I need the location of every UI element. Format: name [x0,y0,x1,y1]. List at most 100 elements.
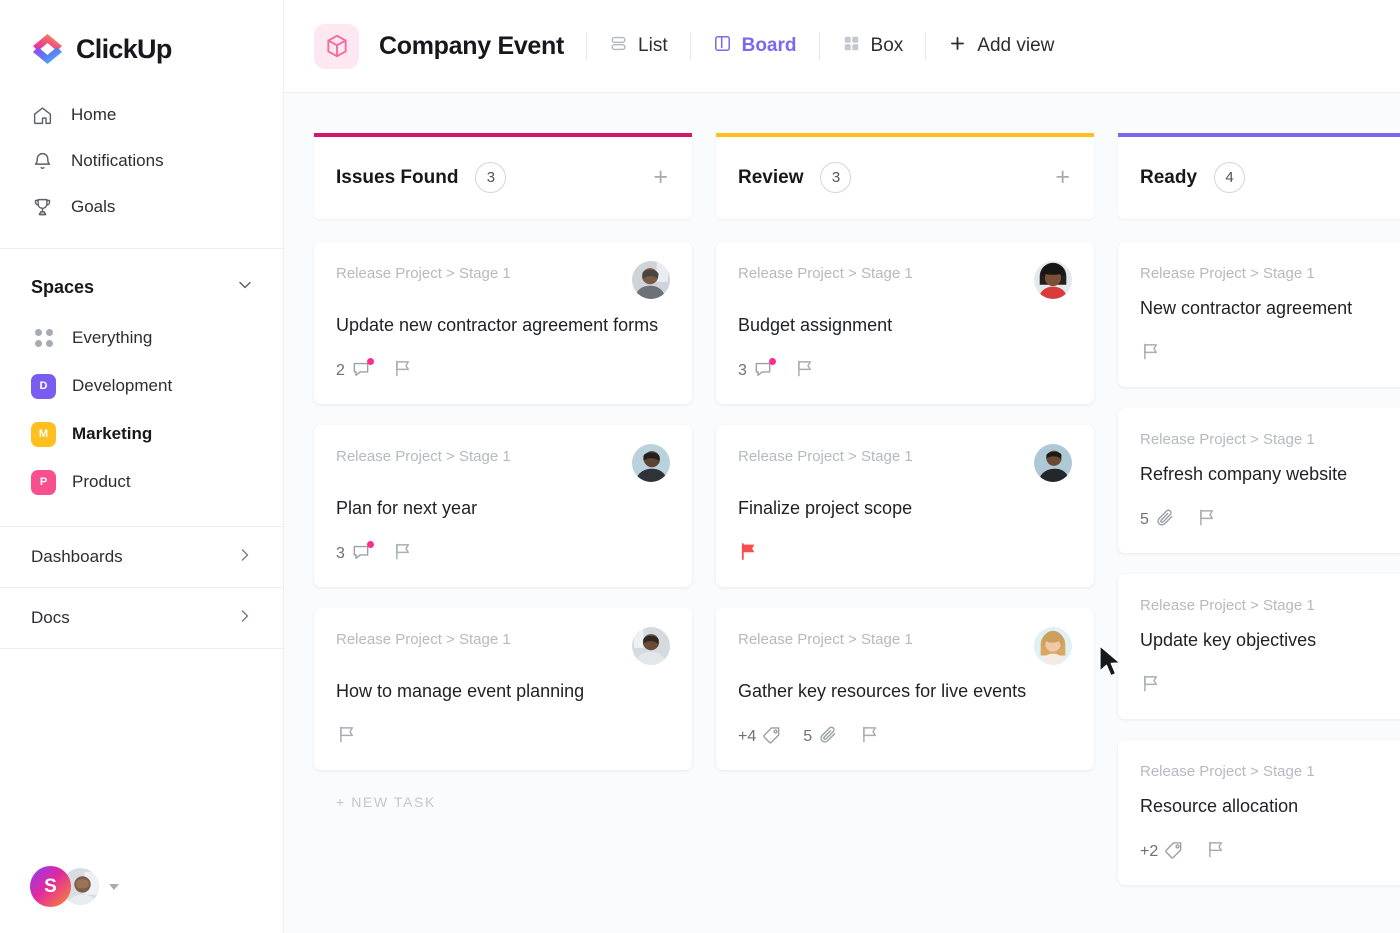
task-card[interactable]: Release Project > Stage 1 How to manage e… [314,608,692,771]
chevron-down-icon[interactable] [235,275,255,300]
space-label: Product [72,472,131,491]
sidebar-item-product[interactable]: P Product [0,458,283,506]
task-flag[interactable] [392,541,413,567]
task-title: Refresh company website [1140,464,1348,485]
sidebar-item-marketing[interactable]: M Marketing [0,410,283,458]
task-title: Resource allocation [1140,796,1299,817]
task-meta-paperclip[interactable]: 5 [1140,508,1175,533]
task-title: Budget assignment [738,315,893,335]
brand-name: ClickUp [76,33,172,64]
add-view-button[interactable]: Add view [948,34,1054,59]
task-title: How to manage event planning [336,681,585,702]
task-flag[interactable] [1196,507,1217,533]
task-card[interactable]: Release Project > Stage 1 Resource alloca… [1118,740,1400,886]
task-card[interactable]: Release Project > Stage 1 Refresh company… [1118,408,1400,554]
board-column: Issues Found 3 + Release Project > Stage 1 U… [314,133,692,810]
column-title: Ready [1140,166,1198,188]
task-card[interactable]: Release Project > Stage 1 New contractor … [1118,242,1400,388]
task-card[interactable]: Release Project > Stage 1 Update key obje… [1118,574,1400,720]
breadcrumb: Release Project > Stage 1 [336,448,511,466]
tab-box[interactable]: Box [842,34,904,59]
flag-icon [794,358,815,384]
sidebar-item-everything[interactable]: Everything [0,314,283,362]
avatar[interactable] [1034,444,1072,483]
page-title: Company Event [379,31,565,60]
meta-count: +2 [1140,843,1159,861]
column-header[interactable]: Review 3 + [716,133,1094,219]
sidebar-item-home[interactable]: Home [0,92,283,138]
task-flag[interactable] [1205,839,1226,865]
task-meta-comment[interactable]: 2 [336,357,374,384]
sidebar-item-docs[interactable]: Docs [0,588,283,648]
avatar[interactable] [632,261,670,299]
task-meta-comment[interactable]: 3 [738,357,776,384]
grid-dots-icon [31,326,56,351]
paperclip-icon [1155,508,1175,533]
task-flag[interactable] [1140,341,1161,367]
card-top-row: Release Project > Stage 1 [336,627,670,666]
task-flag[interactable] [738,541,759,567]
avatar[interactable] [632,627,670,666]
task-card[interactable]: Release Project > Stage 1 Budget assignme… [716,242,1094,405]
column-header[interactable]: Issues Found 3 + [314,133,692,219]
task-flag[interactable] [794,358,815,384]
tab-label: Board [741,35,797,56]
meta-count: 2 [336,362,345,380]
task-card[interactable]: Release Project > Stage 1 Gather key reso… [716,608,1094,771]
chevron-right-icon [235,606,255,631]
tab-list[interactable]: List [609,34,668,59]
avatar[interactable] [632,444,670,483]
column-count-badge: 3 [475,162,507,193]
task-card[interactable]: Release Project > Stage 1 Update new cont… [314,242,692,405]
task-flag[interactable] [1140,673,1161,699]
meta-count: 3 [738,362,747,380]
task-meta-row [336,724,670,750]
task-title: New contractor agreement [1140,298,1353,318]
column-header[interactable]: Ready 4 [1118,133,1400,219]
task-card[interactable]: Release Project > Stage 1 Finalize projec… [716,425,1094,588]
paperclip-icon [818,725,838,750]
task-flag[interactable] [392,358,413,384]
breadcrumb: Release Project > Stage 1 [1140,763,1315,781]
task-flag[interactable] [336,724,357,750]
board-column: Ready 4 Release Project > Stage 1 New contr… [1118,133,1400,886]
board-view-icon [713,34,732,59]
meta-count: 5 [803,728,813,746]
trophy-icon [31,196,53,218]
task-meta-tag[interactable]: +2 [1140,840,1184,865]
add-task-to-column-button[interactable]: + [653,165,668,190]
task-meta-row [1140,341,1400,367]
spaces-section-header[interactable]: Spaces [0,249,283,314]
task-title: Finalize project scope [738,498,913,519]
tab-label: Box [870,35,904,56]
add-task-to-column-button[interactable]: + [1055,165,1070,190]
flag-icon [738,541,759,567]
board-column: Review 3 + Release Project > Stage 1 Budget … [716,133,1094,771]
task-meta-tag[interactable]: +4 [738,725,782,750]
workspace-avatar[interactable]: S [30,866,71,907]
box-view-icon [842,34,861,59]
brand[interactable]: ClickUp [0,0,283,92]
space-badge-development: D [31,373,56,399]
board-columns: Issues Found 3 + Release Project > Stage 1 U… [284,93,1400,933]
task-flag[interactable] [859,724,880,750]
task-meta-row [1140,673,1400,699]
plus-icon [948,34,967,59]
task-card[interactable]: Release Project > Stage 1 Plan for next y… [314,425,692,588]
caret-down-icon[interactable] [109,883,119,890]
divider [818,32,820,60]
task-meta-paperclip[interactable]: 5 [803,725,838,750]
sidebar-item-notifications[interactable]: Notifications [0,138,283,184]
link-label: Docs [31,608,70,627]
avatar[interactable] [1034,627,1072,666]
sidebar-item-goals[interactable]: Goals [0,184,283,230]
new-task-button[interactable]: + NEW TASK [314,794,692,810]
workspace-switcher[interactable]: S [30,866,119,907]
breadcrumb: Release Project > Stage 1 [336,265,511,282]
sidebar-item-dashboards[interactable]: Dashboards [0,527,283,587]
avatar[interactable] [1034,261,1072,299]
task-meta-comment[interactable]: 3 [336,540,374,567]
column-title: Review [738,166,804,188]
sidebar-item-development[interactable]: D Development [0,362,283,410]
tab-board[interactable]: Board [713,34,797,59]
